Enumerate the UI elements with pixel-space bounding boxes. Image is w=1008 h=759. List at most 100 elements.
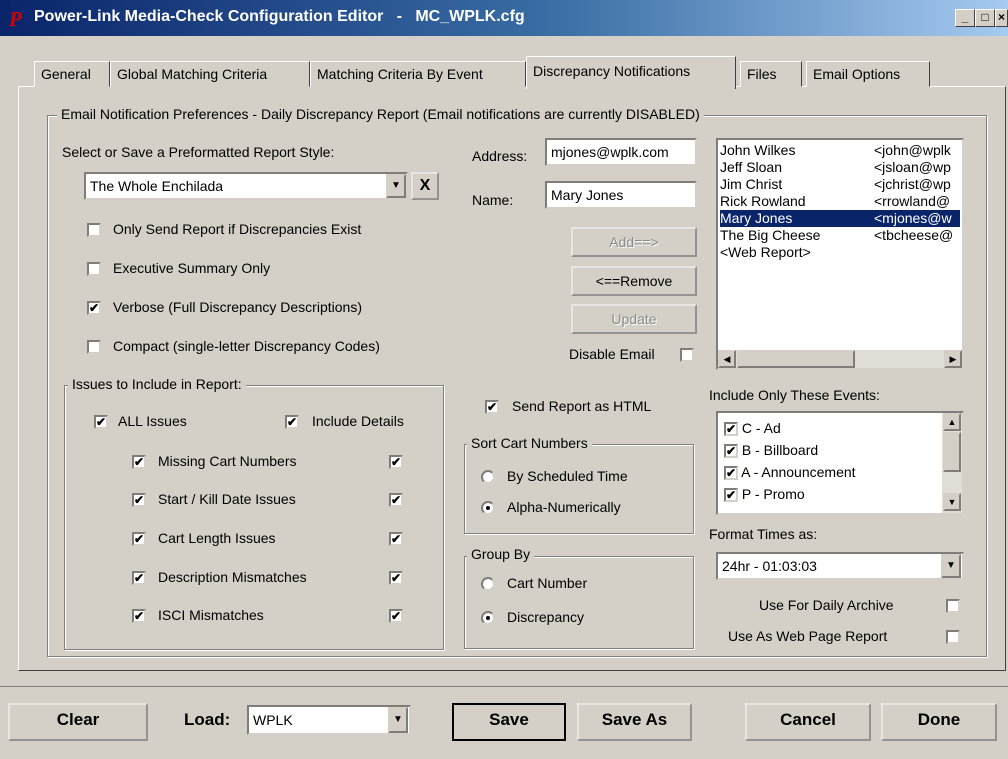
- list-item[interactable]: Jeff Sloan <jsloan@wp: [720, 159, 960, 176]
- event-label: B - Billboard: [741, 442, 819, 458]
- sort-by-time-radio[interactable]: [481, 470, 495, 484]
- contact-email: <rrowland@: [874, 193, 951, 209]
- contact-name: Jim Christ: [720, 176, 783, 192]
- include-details-checkbox[interactable]: ✔: [285, 415, 299, 429]
- add-button[interactable]: Add==>: [571, 227, 697, 257]
- chevron-down-icon[interactable]: ▼: [941, 554, 961, 578]
- isci-mismatches-details-checkbox[interactable]: ✔: [389, 609, 403, 623]
- contact-name: Mary Jones: [720, 210, 793, 226]
- event-b-checkbox[interactable]: ✔: [724, 444, 738, 459]
- report-style-label: Select or Save a Preformatted Report Sty…: [62, 144, 335, 160]
- start-kill-date-details-checkbox[interactable]: ✔: [389, 493, 403, 507]
- contact-email: <mjones@w: [874, 210, 952, 226]
- load-select[interactable]: WPLK: [247, 705, 411, 735]
- only-send-if-discrepancies-checkbox[interactable]: [87, 223, 101, 237]
- send-html-label: Send Report as HTML: [512, 398, 652, 414]
- scroll-right-icon[interactable]: ▶: [944, 350, 962, 368]
- disable-email-checkbox[interactable]: [680, 348, 694, 362]
- all-issues-checkbox[interactable]: ✔: [94, 415, 108, 429]
- group-discrepancy-radio[interactable]: [481, 611, 495, 625]
- cart-length-details-checkbox[interactable]: ✔: [389, 532, 403, 546]
- include-details-label: Include Details: [312, 413, 404, 429]
- update-button[interactable]: Update: [571, 304, 697, 334]
- app-logo-icon: P: [9, 7, 22, 31]
- list-item[interactable]: Rick Rowland <rrowland@: [720, 193, 960, 210]
- name-input[interactable]: Mary Jones: [545, 181, 697, 209]
- missing-cart-numbers-details-checkbox[interactable]: ✔: [389, 455, 403, 469]
- list-item[interactable]: <Web Report>: [720, 244, 960, 261]
- tab-general[interactable]: General: [34, 61, 110, 87]
- group-by-title: Group By: [467, 546, 535, 562]
- missing-cart-numbers-checkbox[interactable]: ✔: [132, 455, 146, 469]
- report-style-select[interactable]: The Whole Enchilada: [84, 172, 408, 200]
- contact-name: Jeff Sloan: [720, 159, 783, 175]
- executive-summary-checkbox[interactable]: [87, 262, 101, 276]
- tab-matching-criteria-by-event[interactable]: Matching Criteria By Event: [310, 61, 526, 87]
- list-item[interactable]: ✔ B - Billboard: [724, 439, 818, 461]
- event-p-checkbox[interactable]: ✔: [724, 488, 738, 503]
- event-label: P - Promo: [741, 486, 805, 502]
- missing-cart-numbers-label: Missing Cart Numbers: [158, 453, 297, 469]
- contact-email: <jchrist@wp: [874, 176, 951, 192]
- tab-discrepancy-notifications[interactable]: Discrepancy Notifications: [526, 56, 736, 89]
- clear-style-button[interactable]: X: [411, 172, 439, 200]
- cancel-button[interactable]: Cancel: [745, 703, 871, 741]
- list-item[interactable]: ✔ A - Announcement: [724, 461, 856, 483]
- address-input[interactable]: mjones@wplk.com: [545, 138, 697, 166]
- web-report-checkbox[interactable]: [946, 630, 960, 644]
- list-item[interactable]: The Big Cheese <tbcheese@: [720, 227, 960, 244]
- save-button[interactable]: Save: [452, 703, 566, 741]
- scroll-down-icon[interactable]: ▼: [943, 493, 961, 511]
- tab-global-matching-criteria[interactable]: Global Matching Criteria: [110, 61, 310, 87]
- only-send-if-discrepancies-label: Only Send Report if Discrepancies Exist: [113, 221, 362, 237]
- list-item[interactable]: ✔ P - Promo: [724, 483, 805, 505]
- scroll-up-icon[interactable]: ▲: [943, 413, 961, 431]
- maximize-button[interactable]: □: [975, 9, 995, 27]
- start-kill-date-checkbox[interactable]: ✔: [132, 493, 146, 507]
- save-as-button[interactable]: Save As: [577, 703, 692, 741]
- chevron-down-icon[interactable]: ▼: [388, 707, 408, 733]
- close-button[interactable]: ×: [995, 9, 1008, 27]
- tab-files[interactable]: Files: [740, 61, 802, 87]
- scroll-left-icon[interactable]: ◀: [718, 350, 736, 368]
- compact-label: Compact (single-letter Discrepancy Codes…: [113, 338, 380, 354]
- event-c-checkbox[interactable]: ✔: [724, 422, 738, 437]
- list-item[interactable]: Jim Christ <jchrist@wp: [720, 176, 960, 193]
- compact-checkbox[interactable]: [87, 340, 101, 354]
- verbose-checkbox[interactable]: ✔: [87, 301, 101, 315]
- format-times-select[interactable]: 24hr - 01:03:03: [716, 552, 964, 580]
- list-item-selected[interactable]: Mary Jones <mjones@w: [720, 210, 960, 227]
- list-item[interactable]: John Wilkes <john@wplk: [720, 142, 960, 159]
- event-a-checkbox[interactable]: ✔: [724, 466, 738, 481]
- scroll-thumb[interactable]: [737, 350, 855, 368]
- sort-group: [464, 444, 694, 534]
- contact-email: <tbcheese@: [874, 227, 954, 243]
- cart-length-checkbox[interactable]: ✔: [132, 532, 146, 546]
- recipient-list[interactable]: John Wilkes <john@wplk Jeff Sloan <jsloa…: [716, 138, 964, 370]
- events-list[interactable]: ✔ C - Ad ✔ B - Billboard ✔ A - Announcem…: [716, 411, 964, 515]
- clear-button[interactable]: Clear: [8, 703, 148, 741]
- description-mismatches-checkbox[interactable]: ✔: [132, 571, 146, 585]
- remove-button[interactable]: <==Remove: [571, 266, 697, 296]
- format-times-value: 24hr - 01:03:03: [722, 558, 817, 574]
- send-html-checkbox[interactable]: ✔: [485, 400, 499, 414]
- daily-archive-checkbox[interactable]: [946, 599, 960, 613]
- group-cart-number-radio[interactable]: [481, 577, 495, 591]
- tab-email-options[interactable]: Email Options: [806, 61, 930, 87]
- sort-alpha-label: Alpha-Numerically: [507, 499, 621, 515]
- window-title: Power-Link Media-Check Configuration Edi…: [34, 8, 525, 25]
- group-cart-number-label: Cart Number: [507, 575, 588, 591]
- list-item[interactable]: ✔ C - Ad: [724, 417, 781, 439]
- minimize-button[interactable]: _: [955, 9, 975, 27]
- sort-alpha-radio[interactable]: [481, 501, 495, 515]
- scroll-thumb[interactable]: [943, 432, 961, 472]
- isci-mismatches-checkbox[interactable]: ✔: [132, 609, 146, 623]
- chevron-down-icon[interactable]: ▼: [386, 174, 406, 198]
- events-label: Include Only These Events:: [709, 387, 880, 403]
- description-mismatches-details-checkbox[interactable]: ✔: [389, 571, 403, 585]
- executive-summary-label: Executive Summary Only: [113, 260, 271, 276]
- event-label: A - Announcement: [741, 464, 856, 480]
- isci-mismatches-label: ISCI Mismatches: [158, 607, 264, 623]
- done-button[interactable]: Done: [881, 703, 997, 741]
- name-label: Name:: [472, 192, 514, 208]
